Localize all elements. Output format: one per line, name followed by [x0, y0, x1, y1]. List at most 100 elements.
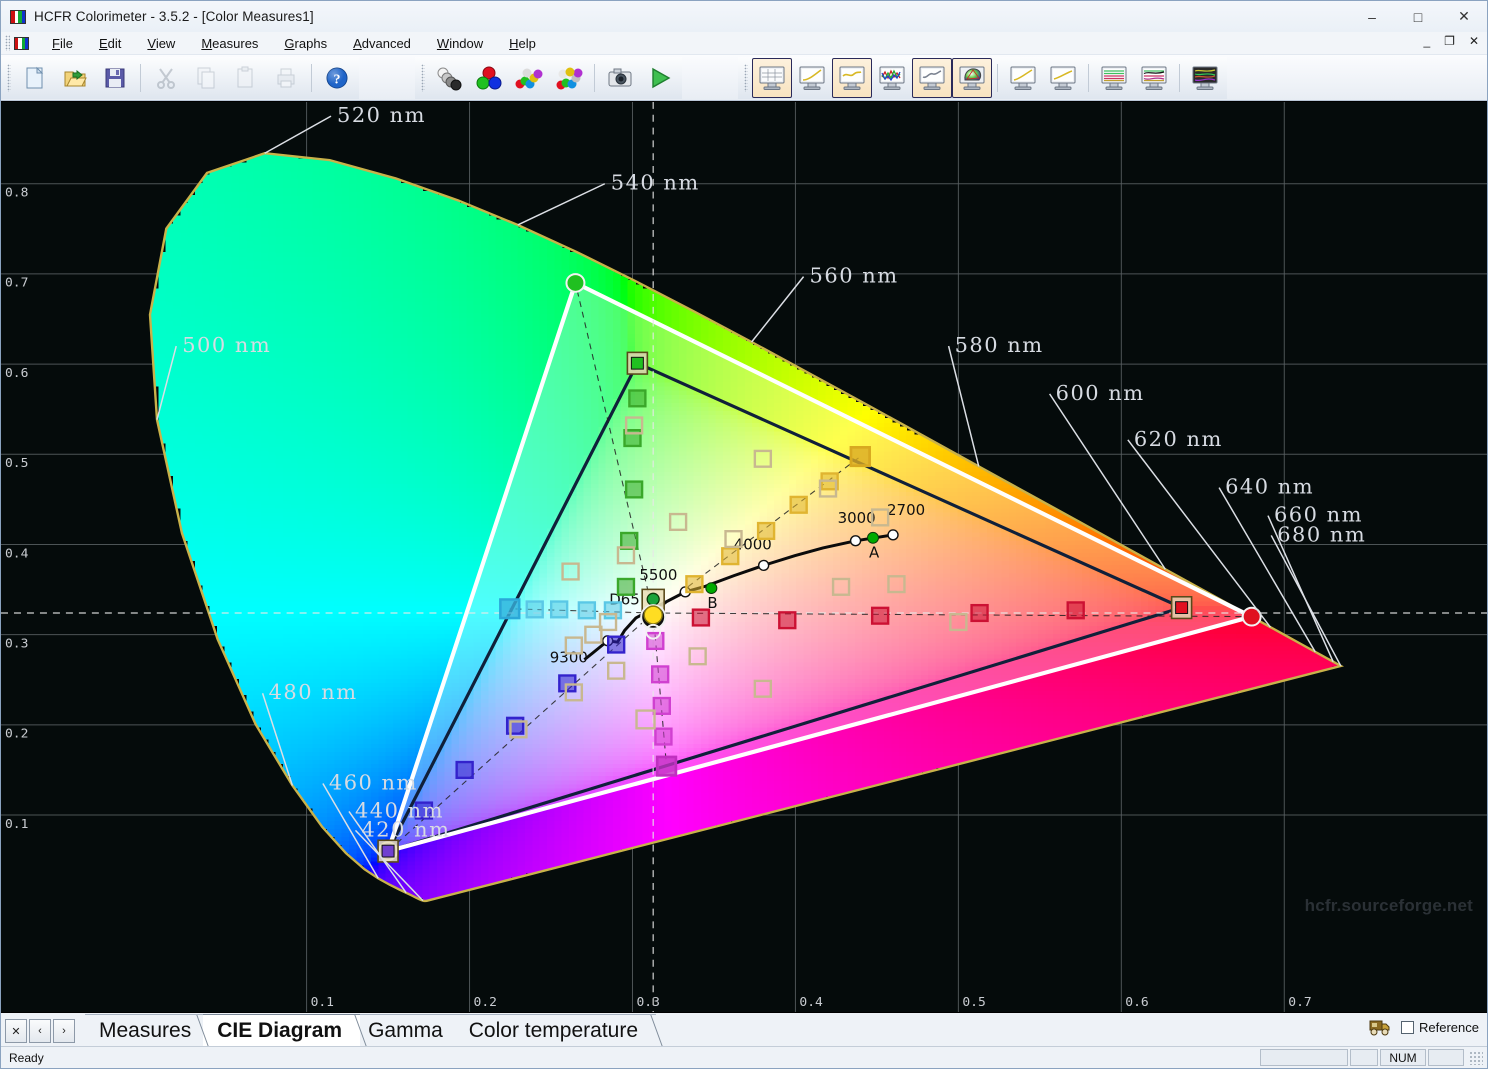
tab-color-temperature[interactable]: Color temperature — [454, 1014, 657, 1046]
tab-prev-button[interactable]: ‹ — [29, 1019, 51, 1043]
marker-cyan-saturation-2 — [549, 600, 569, 619]
y-tick-0.5: 0.5 — [5, 456, 28, 471]
marker-cyan-saturation-0 — [603, 601, 623, 620]
marker-red-saturation-3 — [970, 603, 989, 623]
mdi-child-icon[interactable] — [14, 36, 29, 50]
y-tick-0.3: 0.3 — [5, 637, 28, 652]
marker-magenta-saturation-1 — [650, 665, 670, 684]
cut-button[interactable] — [146, 58, 186, 98]
graph-satlum-button[interactable] — [1134, 58, 1174, 98]
status-pane-1 — [1260, 1049, 1348, 1066]
graph-satshift-button[interactable] — [1094, 58, 1134, 98]
tab-measures[interactable]: Measures — [85, 1014, 210, 1046]
minimize-button[interactable]: – — [1349, 1, 1395, 32]
open-document-button[interactable] — [55, 58, 95, 98]
graph-nearwhite-button[interactable] — [1003, 58, 1043, 98]
toolbar-grip-2[interactable] — [421, 63, 425, 92]
maximize-button[interactable]: □ — [1395, 1, 1441, 32]
mdi-restore-button[interactable]: ❐ — [1442, 34, 1457, 48]
grayscale-measure-button[interactable] — [429, 58, 469, 98]
close-button[interactable]: ✕ — [1441, 1, 1487, 32]
cie-diagram-panel[interactable]: 9300 D65 5500 4000 3000 2700 A B 520 nm 540 nm 560… — [1, 101, 1487, 1012]
marker-green-saturation-4 — [628, 389, 647, 408]
x-tick-0.4: 0.4 — [799, 995, 823, 1010]
menu-bar: File Edit View Measures Graphs Advanced … — [1, 32, 1487, 55]
graph-color-temp-button[interactable] — [912, 57, 952, 98]
save-document-button[interactable] — [95, 58, 135, 98]
x-tick-0.5: 0.5 — [962, 995, 985, 1010]
graph-luminance-button[interactable] — [792, 58, 832, 98]
saturation-measure-button[interactable] — [509, 58, 549, 98]
illuminant-point-A — [867, 531, 879, 544]
marker-yellow-secondary — [849, 446, 871, 468]
planckian-label-2700: 2700 — [887, 501, 925, 519]
menu-item-file[interactable]: File — [39, 34, 86, 53]
app-logo-icon — [10, 9, 26, 24]
new-document-button[interactable] — [15, 58, 55, 98]
marker-yellow-saturation-2 — [756, 521, 776, 541]
menubar-grip[interactable] — [5, 35, 10, 51]
menu-item-measures[interactable]: Measures — [188, 34, 271, 53]
graph-histogram-button[interactable] — [1185, 58, 1225, 98]
menu-item-graphs[interactable]: Graphs — [271, 34, 340, 53]
graph-rgb-levels-button[interactable] — [872, 58, 912, 98]
menu-item-view[interactable]: View — [134, 34, 188, 53]
graph-cie-diagram-button[interactable] — [952, 57, 992, 98]
graph-nearblack-button[interactable] — [1043, 58, 1083, 98]
marker-red-saturation-1 — [778, 611, 797, 630]
toolbar-graph-group — [738, 56, 1227, 99]
tab-gamma[interactable]: Gamma — [354, 1014, 461, 1046]
mdi-minimize-button[interactable]: _ — [1421, 34, 1432, 48]
paste-button[interactable] — [226, 58, 266, 98]
menu-item-edit[interactable]: Edit — [86, 34, 134, 53]
print-button[interactable] — [266, 58, 306, 98]
resize-grip[interactable] — [1469, 1050, 1483, 1065]
toolbar-grip-1[interactable] — [7, 63, 11, 92]
menu-item-window[interactable]: Window — [424, 34, 496, 53]
x-tick-0.6: 0.6 — [1125, 995, 1148, 1010]
mdi-close-button[interactable]: ✕ — [1467, 34, 1481, 48]
delivery-truck-icon[interactable] — [1369, 1017, 1391, 1037]
reference-checkbox-group[interactable]: Reference — [1401, 1020, 1479, 1035]
wavelength-label-500-nm: 500 nm — [182, 333, 271, 357]
cie-chromaticity-diagram[interactable]: 9300D65550040003000 2700AB520 nm540 nm560… — [1, 102, 1487, 1012]
planckian-label-5500: 5500 — [639, 566, 677, 584]
status-pane-4 — [1428, 1049, 1464, 1066]
toolbar-grip-3[interactable] — [744, 63, 748, 92]
graph-measures-table-button[interactable] — [752, 57, 792, 98]
help-button[interactable]: ? — [317, 58, 357, 98]
window-title: HCFR Colorimeter - 3.5.2 - [Color Measur… — [34, 9, 314, 24]
menu-item-help[interactable]: Help — [496, 34, 549, 53]
marker-green-saturation-2 — [624, 480, 644, 499]
title-bar: HCFR Colorimeter - 3.5.2 - [Color Measur… — [1, 1, 1487, 32]
tab-close-button[interactable]: ✕ — [5, 1019, 27, 1043]
tab-cie-diagram[interactable]: CIE Diagram — [203, 1014, 361, 1046]
wavelength-label-480-nm: 480 nm — [269, 680, 358, 704]
measured-vertex-red — [1170, 595, 1193, 620]
run-measures-button[interactable] — [640, 58, 680, 98]
tab-next-button[interactable]: › — [53, 1019, 75, 1043]
wavelength-label-620-nm: 620 nm — [1134, 427, 1223, 451]
marker-red-saturation-4 — [1066, 601, 1085, 620]
marker-cyan-saturation-1 — [577, 601, 597, 620]
wavelength-label-580-nm: 580 nm — [955, 333, 1044, 357]
marker-magenta-saturation-2 — [652, 696, 672, 715]
reference-vertex-green — [565, 273, 586, 293]
status-panes: NUM — [1260, 1049, 1483, 1066]
wavelength-label-420-nm: 420 nm — [361, 817, 450, 841]
wavelength-label-600-nm: 600 nm — [1056, 381, 1145, 405]
primaries-measure-button[interactable] — [469, 58, 509, 98]
marker-cyan-saturation-3 — [525, 600, 544, 619]
graph-gamma-button[interactable] — [832, 57, 872, 98]
marker-red-saturation-0 — [691, 608, 711, 627]
window-controls: – □ ✕ — [1349, 1, 1487, 32]
marker-magenta-saturation-3 — [654, 727, 673, 746]
copy-button[interactable] — [186, 58, 226, 98]
x-tick-0.3: 0.3 — [636, 995, 659, 1010]
marker-cyan-secondary — [499, 598, 521, 620]
full-measure-button[interactable] — [549, 58, 589, 98]
menu-item-advanced[interactable]: Advanced — [340, 34, 424, 53]
x-tick-0.2: 0.2 — [474, 995, 497, 1010]
capture-button[interactable] — [600, 58, 640, 98]
reference-checkbox[interactable] — [1401, 1020, 1415, 1034]
